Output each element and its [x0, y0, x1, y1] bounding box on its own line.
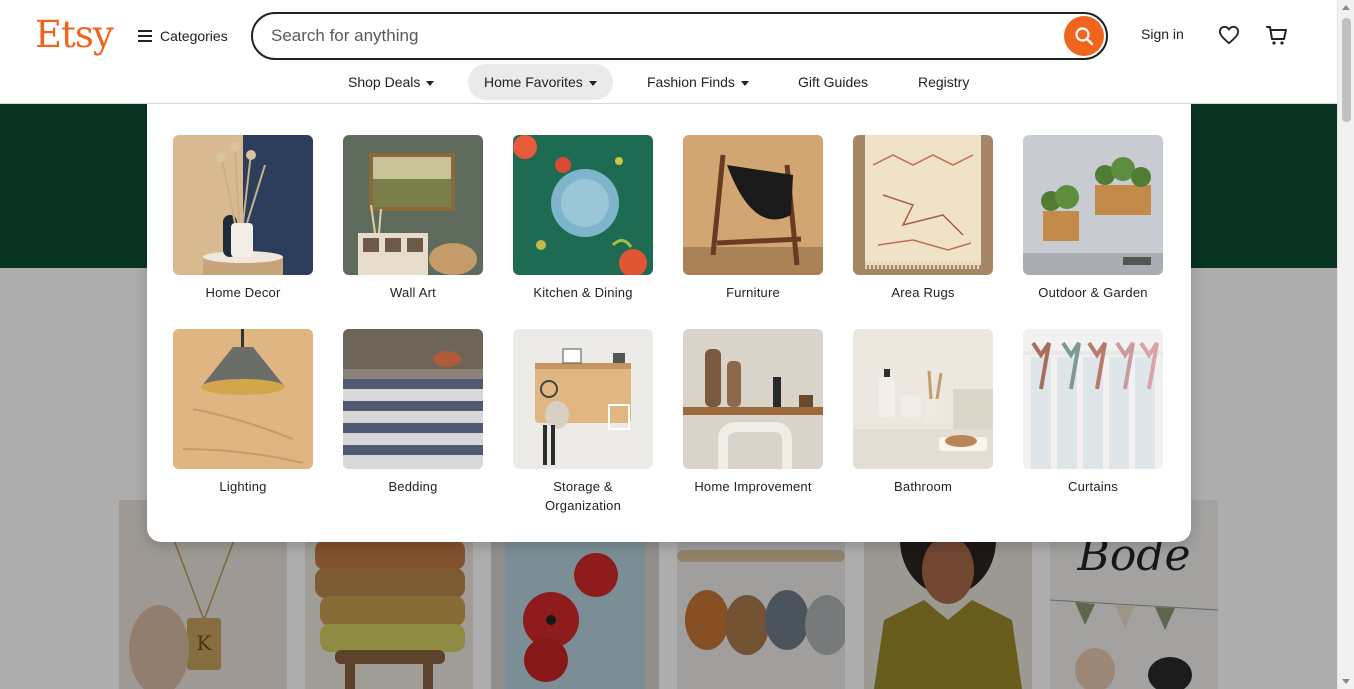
menu-tile-lighting[interactable]: Lighting [158, 329, 328, 496]
menu-tile-curtains[interactable]: Curtains [1008, 329, 1178, 496]
nav-gift-guides[interactable]: Gift Guides [782, 64, 884, 100]
curtains-label: Curtains [1067, 479, 1118, 494]
lighting-label: Lighting [219, 479, 267, 494]
kitchen-dining-label: Kitchen & Dining [533, 285, 633, 300]
home-decor-image [173, 135, 313, 275]
menu-tile-furniture[interactable]: Furniture [668, 135, 838, 302]
categories-button[interactable]: Categories [138, 24, 228, 48]
furniture-label: Furniture [726, 285, 780, 300]
menu-tile-home-improvement[interactable]: Home Improvement [668, 329, 838, 496]
sign-in-link[interactable]: Sign in [1141, 26, 1184, 42]
caret-down-icon [588, 80, 597, 86]
nav-shop-deals[interactable]: Shop Deals [332, 64, 450, 100]
cart-button[interactable] [1264, 22, 1290, 48]
menu-tile-area-rugs[interactable]: Area Rugs [838, 135, 1008, 302]
search-input[interactable] [271, 24, 1051, 48]
heart-icon [1218, 25, 1239, 45]
menu-tile-bathroom[interactable]: Bathroom [838, 329, 1008, 496]
scroll-up-icon[interactable] [1342, 5, 1350, 10]
favorites-button[interactable] [1216, 22, 1242, 48]
site-header: Etsy Categories Sign in Shop Deals Home … [0, 0, 1337, 104]
etsy-logo[interactable]: Etsy [35, 13, 114, 56]
bathroom-image [853, 329, 993, 469]
nav-registry[interactable]: Registry [902, 64, 985, 100]
bedding-image [343, 329, 483, 469]
menu-tile-kitchen-dining[interactable]: Kitchen & Dining [498, 135, 668, 302]
home-favorites-menu: Home Decor Wall Art Kitchen & Dining Fur… [147, 104, 1191, 542]
bathroom-label: Bathroom [894, 479, 952, 494]
home-improvement-image [683, 329, 823, 469]
storage-organization-image [513, 329, 653, 469]
main-nav: Shop Deals Home Favorites Fashion Finds … [0, 64, 1337, 100]
home-improvement-label: Home Improvement [694, 479, 812, 494]
outdoor-garden-image [1023, 135, 1163, 275]
nav-shop-deals-label: Shop Deals [348, 74, 421, 90]
nav-fashion-finds-label: Fashion Finds [647, 74, 735, 90]
scroll-down-icon[interactable] [1342, 679, 1350, 684]
furniture-image [683, 135, 823, 275]
lighting-image [173, 329, 313, 469]
menu-tile-home-decor[interactable]: Home Decor [158, 135, 328, 302]
nav-registry-label: Registry [918, 74, 970, 90]
storage-organization-label: Storage & Organization [544, 479, 622, 513]
bedding-label: Bedding [388, 479, 438, 494]
scrollbar-thumb[interactable] [1342, 18, 1351, 122]
kitchen-dining-image [513, 135, 653, 275]
categories-label: Categories [160, 28, 228, 44]
menu-tile-bedding[interactable]: Bedding [328, 329, 498, 496]
nav-home-favorites[interactable]: Home Favorites [468, 64, 613, 100]
vertical-scrollbar[interactable] [1337, 0, 1354, 689]
area-rugs-label: Area Rugs [891, 285, 955, 300]
search-bar [251, 12, 1108, 60]
etsy-page: K Bode Etsy Categories Sign in [0, 0, 1354, 689]
menu-tile-storage-organization[interactable]: Storage & Organization [498, 329, 668, 515]
area-rugs-image [853, 135, 993, 275]
search-button[interactable] [1064, 16, 1104, 56]
caret-down-icon [426, 80, 435, 86]
menu-tile-outdoor-garden[interactable]: Outdoor & Garden [1008, 135, 1178, 302]
home-decor-label: Home Decor [205, 285, 281, 300]
nav-home-favorites-label: Home Favorites [484, 74, 583, 90]
wall-art-image [343, 135, 483, 275]
search-icon [1075, 27, 1094, 46]
caret-down-icon [740, 80, 749, 86]
menu-tile-wall-art[interactable]: Wall Art [328, 135, 498, 302]
cart-icon [1266, 26, 1287, 45]
wall-art-label: Wall Art [390, 285, 436, 300]
outdoor-garden-label: Outdoor & Garden [1038, 285, 1148, 300]
nav-gift-guides-label: Gift Guides [798, 74, 869, 90]
curtains-image [1023, 329, 1163, 469]
menu-icon [138, 30, 152, 42]
nav-fashion-finds[interactable]: Fashion Finds [631, 64, 765, 100]
